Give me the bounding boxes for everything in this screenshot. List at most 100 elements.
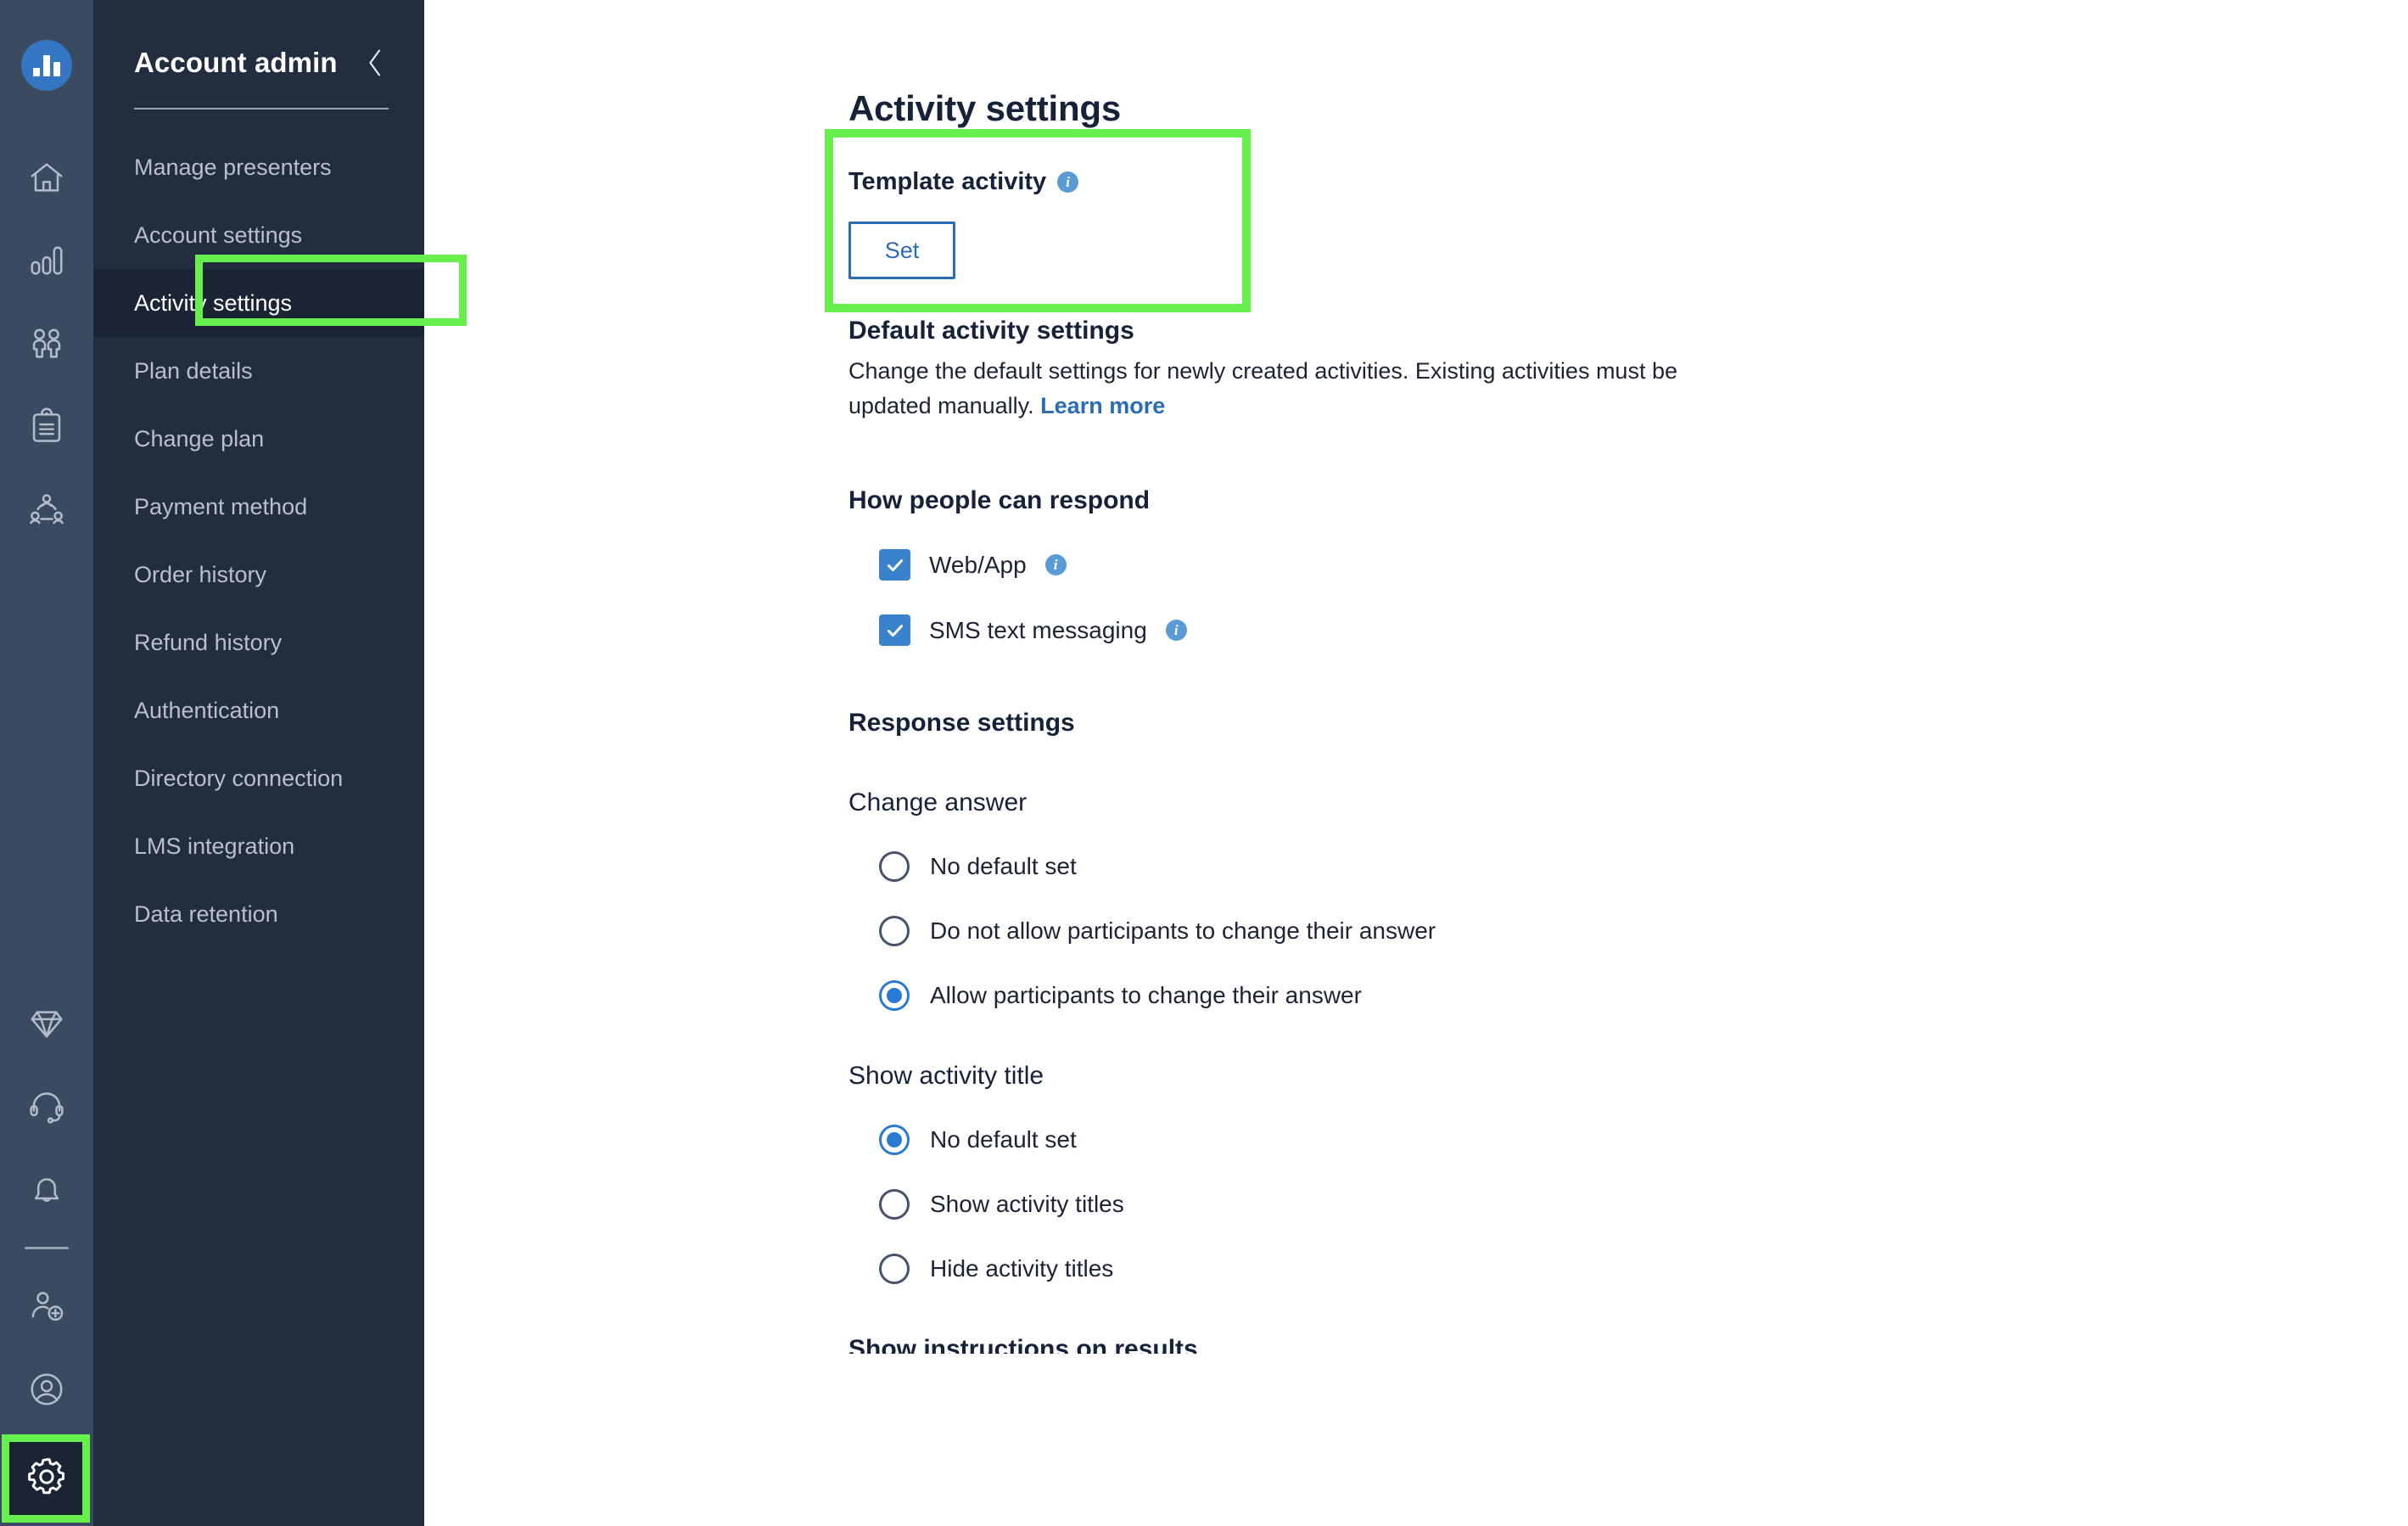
sidebar-item-lms-integration[interactable]: LMS integration — [93, 812, 424, 880]
rail-item-notifications[interactable] — [0, 1148, 93, 1231]
nav-item-label: Change plan — [134, 425, 265, 452]
nav-item-label: Manage presenters — [134, 154, 332, 180]
sidebar-item-order-history[interactable]: Order history — [93, 541, 424, 609]
rail-item-home[interactable] — [0, 136, 93, 219]
icon-rail — [0, 0, 93, 1526]
nav-divider — [134, 108, 389, 109]
nav-item-label: Order history — [134, 561, 267, 587]
rail-item-invite[interactable] — [0, 1265, 93, 1348]
default-activity-settings-description: Change the default settings for newly cr… — [848, 354, 1697, 424]
nav-item-label: Directory connection — [134, 765, 344, 791]
show-activity-title-group-label: Show activity title — [848, 1062, 1044, 1091]
rail-item-activities[interactable] — [0, 385, 93, 468]
nav-item-label: LMS integration — [134, 833, 295, 859]
main-content: Activity settings Template activity i Se… — [424, 0, 2408, 1526]
radio-label: No default set — [930, 1126, 1077, 1153]
rail-top-group — [0, 136, 93, 552]
web-app-info-icon[interactable]: i — [1044, 554, 1067, 576]
sidebar-item-payment-method[interactable]: Payment method — [93, 473, 424, 541]
sidebar-item-account-settings[interactable]: Account settings — [93, 201, 424, 269]
change-answer-group-label: Change answer — [848, 788, 1028, 817]
sidebar-item-authentication[interactable]: Authentication — [93, 676, 424, 744]
default-activity-settings-title: Default activity settings — [848, 317, 1134, 345]
user-profile-icon — [27, 1370, 66, 1409]
radio-show-title-no-default[interactable] — [879, 1125, 910, 1156]
rail-item-settings[interactable] — [0, 1431, 93, 1526]
radio-change-answer-disallow[interactable] — [879, 916, 910, 947]
nav-item-label: Authentication — [134, 697, 280, 723]
sidebar-item-manage-presenters[interactable]: Manage presenters — [93, 133, 424, 201]
rail-item-teams[interactable] — [0, 468, 93, 552]
radio-change-answer-no-default[interactable] — [879, 851, 910, 883]
logo-bar-3 — [53, 62, 60, 76]
default-settings-description-text: Change the default settings for newly cr… — [848, 358, 1677, 419]
diamond-icon — [27, 1004, 66, 1043]
sidebar-item-change-plan[interactable]: Change plan — [93, 405, 424, 473]
page-title: Activity settings — [848, 88, 1122, 128]
radio-label: No default set — [930, 853, 1077, 880]
learn-more-link[interactable]: Learn more — [1040, 393, 1165, 418]
logo-bar-2 — [43, 55, 50, 76]
template-activity-label-row: Template activity i — [848, 168, 1273, 196]
show-title-option-no-default[interactable]: No default set — [848, 1125, 2408, 1156]
people-icon — [27, 324, 66, 363]
respond-option-label: SMS text messaging — [929, 616, 1147, 643]
app-logo[interactable] — [0, 19, 93, 112]
nav-item-label: Account settings — [134, 222, 303, 248]
radio-label: Show activity titles — [930, 1191, 1124, 1218]
template-activity-highlight-box — [825, 129, 1251, 312]
clipboard-icon — [27, 407, 66, 446]
home-icon — [27, 158, 66, 197]
template-activity-info-icon[interactable]: i — [1057, 171, 1079, 193]
nav-item-label: Activity settings — [134, 289, 293, 316]
nav-item-label: Data retention — [134, 900, 278, 927]
nav-title: Account admin — [134, 47, 338, 78]
checkbox-sms-text-messaging[interactable] — [879, 614, 910, 647]
rail-bottom-group — [0, 982, 93, 1526]
gear-icon — [25, 1455, 69, 1503]
response-settings-heading: Response settings — [848, 709, 1075, 738]
radio-show-title-hide[interactable] — [879, 1254, 910, 1285]
nav-item-label: Refund history — [134, 629, 283, 655]
template-activity-label: Template activity — [848, 168, 1047, 195]
how-people-can-respond-heading: How people can respond — [848, 486, 1151, 515]
sidebar-item-refund-history[interactable]: Refund history — [93, 609, 424, 676]
radio-change-answer-allow[interactable] — [879, 980, 910, 1012]
rail-divider — [25, 1247, 69, 1249]
nav-item-label: Plan details — [134, 357, 253, 384]
cut-off-next-section-heading: Show instructions on results — [848, 1335, 1198, 1355]
sidebar-item-activity-settings[interactable]: Activity settings — [93, 269, 424, 337]
radio-label: Hide activity titles — [930, 1255, 1114, 1282]
sms-info-icon[interactable]: i — [1165, 620, 1187, 642]
headset-icon — [27, 1087, 66, 1126]
rail-item-profile[interactable] — [0, 1348, 93, 1431]
logo-bar-1 — [33, 68, 40, 76]
app-root: Account admin Manage presenters Account … — [0, 0, 2408, 1526]
rail-item-support[interactable] — [0, 1065, 93, 1148]
set-template-activity-button[interactable]: Set — [848, 222, 955, 279]
sidebar-item-data-retention[interactable]: Data retention — [93, 880, 424, 948]
sidebar-item-plan-details[interactable]: Plan details — [93, 337, 424, 405]
checkbox-web-app[interactable] — [879, 549, 910, 581]
radio-show-title-show[interactable] — [879, 1189, 910, 1220]
template-activity-section: Template activity i Set — [825, 129, 1273, 312]
radio-label: Allow participants to change their answe… — [930, 982, 1362, 1009]
change-answer-option-no-default[interactable]: No default set — [848, 851, 2408, 883]
add-person-icon — [27, 1287, 66, 1326]
rail-item-analytics[interactable] — [0, 219, 93, 302]
radio-label: Do not allow participants to change thei… — [930, 917, 1436, 945]
sidebar-item-directory-connection[interactable]: Directory connection — [93, 744, 424, 812]
show-title-option-show[interactable]: Show activity titles — [848, 1189, 2408, 1220]
rail-item-upgrade[interactable] — [0, 982, 93, 1065]
respond-option-web-app[interactable]: Web/App i — [848, 549, 2408, 581]
change-answer-option-disallow[interactable]: Do not allow participants to change thei… — [848, 916, 2408, 947]
bar-chart-logo-icon — [21, 40, 72, 91]
account-admin-nav: Account admin Manage presenters Account … — [93, 0, 467, 1526]
rail-item-participants[interactable] — [0, 302, 93, 385]
bar-chart-icon — [27, 241, 66, 280]
show-title-option-hide[interactable]: Hide activity titles — [848, 1254, 2408, 1285]
chevron-left-icon[interactable] — [361, 48, 390, 77]
respond-option-sms[interactable]: SMS text messaging i — [848, 614, 2408, 647]
bell-icon — [27, 1170, 66, 1209]
change-answer-option-allow[interactable]: Allow participants to change their answe… — [848, 980, 2408, 1012]
